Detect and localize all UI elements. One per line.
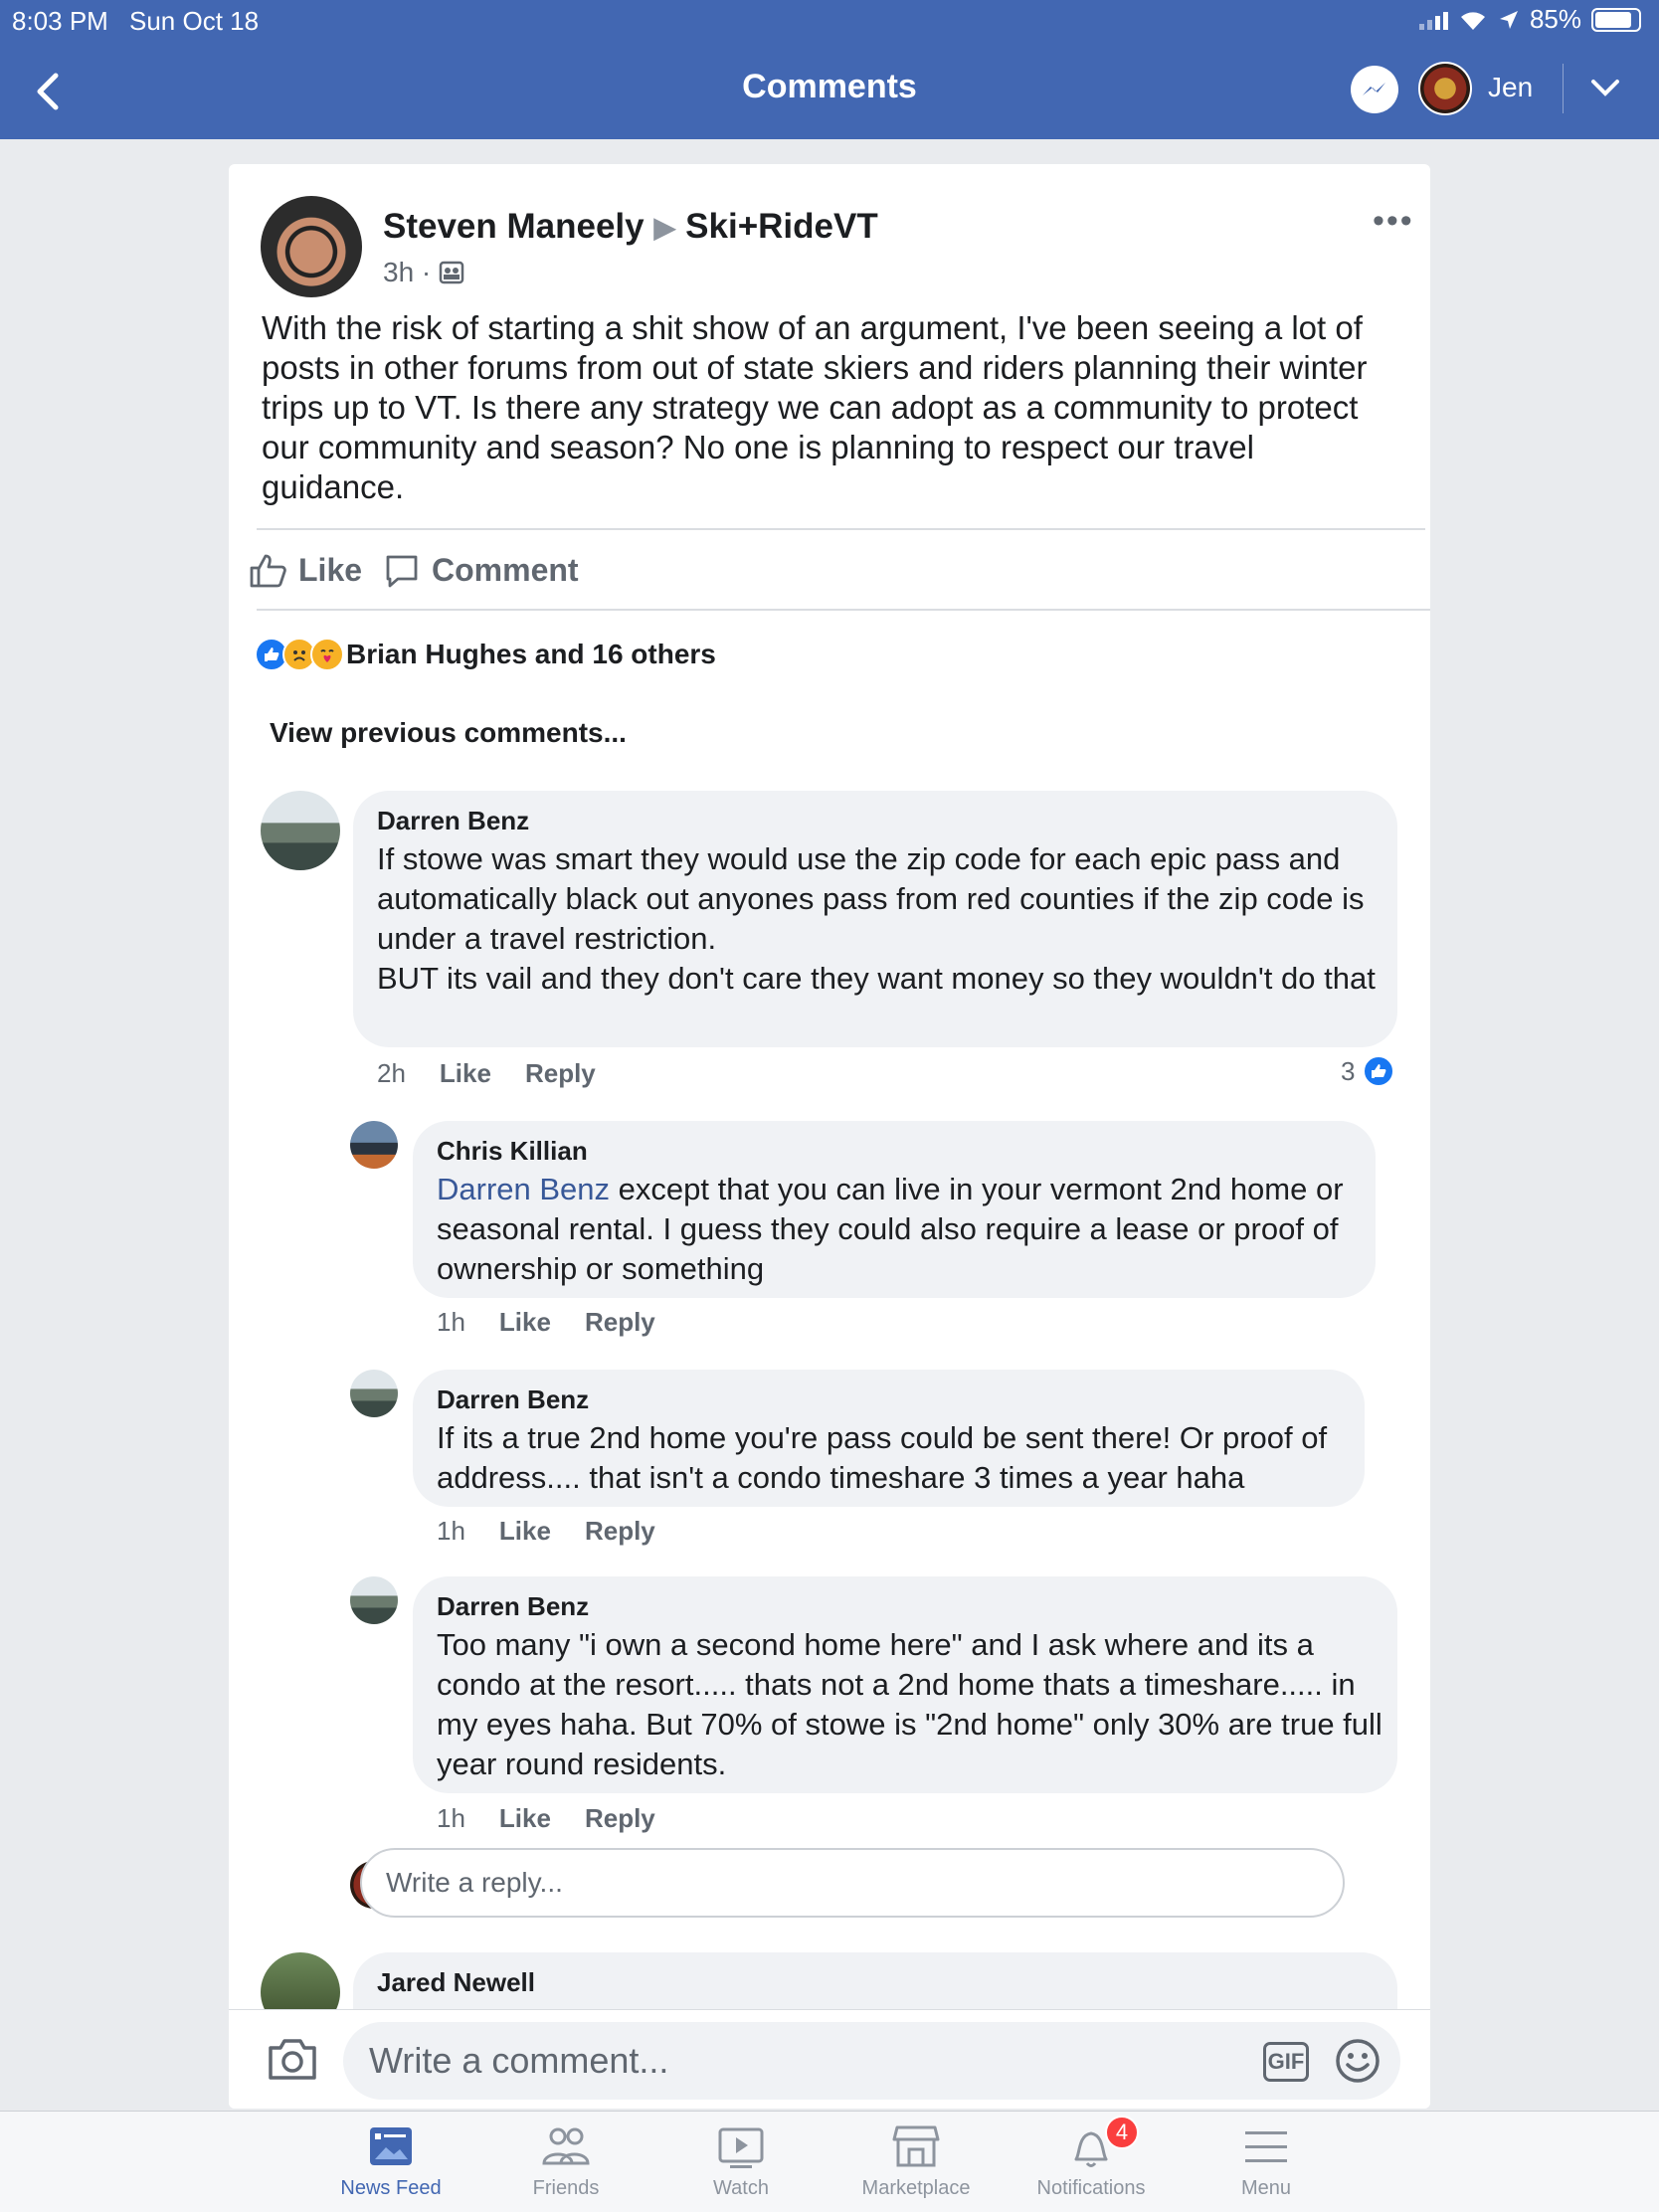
post-time: 3h · <box>383 257 432 287</box>
comment-composer: GIF <box>229 2009 1430 2109</box>
reactions-summary[interactable]: Brian Hughes and 16 others <box>255 638 716 671</box>
comment-text: If stowe was smart they would use the zi… <box>377 841 1376 996</box>
comment-actions: 1h Like Reply <box>437 1803 655 1834</box>
group-name[interactable]: Ski+RideVT <box>685 207 878 247</box>
tab-notifications[interactable]: 4 Notifications <box>1002 2116 1181 2200</box>
divider <box>1563 64 1564 113</box>
comment-icon <box>386 555 418 587</box>
user-name[interactable]: Jen <box>1488 72 1533 103</box>
comment-like-button[interactable]: Like <box>499 1803 551 1834</box>
like-button[interactable]: Like <box>249 552 362 589</box>
commenter-name[interactable]: Darren Benz <box>437 1384 589 1415</box>
comment-time: 1h <box>437 1307 465 1337</box>
friends-icon <box>542 2127 590 2165</box>
group-privacy-icon <box>440 261 464 284</box>
tab-menu[interactable]: Menu <box>1177 2121 1356 2200</box>
comment-like-count[interactable]: 3 <box>1341 1055 1395 1087</box>
comment-actions: 2h Like Reply <box>377 1058 596 1089</box>
comment-time: 1h <box>437 1803 465 1833</box>
watch-icon <box>718 2127 764 2168</box>
view-previous-comments-link[interactable]: View previous comments... <box>270 717 627 749</box>
commenter-avatar[interactable] <box>350 1576 398 1624</box>
thumbs-up-icon <box>250 554 286 587</box>
post-card: Steven Maneely ▶ Ski+RideVT 3h · ••• Wit… <box>229 164 1430 2109</box>
comment-reply-button[interactable]: Reply <box>585 1803 655 1834</box>
page-title: Comments <box>742 68 917 105</box>
top-bar: 8:03 PM Sun Oct 18 85% Comments Jen <box>0 0 1659 139</box>
emoji-icon[interactable] <box>1335 2038 1381 2084</box>
like-reaction-icon <box>1363 1055 1395 1087</box>
tab-label: Friends <box>532 2177 600 2199</box>
divider <box>257 528 1425 530</box>
comment-text: Too many "i own a second home here" and … <box>437 1627 1382 1781</box>
comment-button[interactable]: Comment <box>384 552 579 589</box>
author-name[interactable]: Steven Maneely <box>383 207 645 247</box>
chevron-down-icon[interactable] <box>1587 74 1623 101</box>
wifi-icon <box>1460 11 1485 30</box>
tab-label: News Feed <box>340 2177 442 2199</box>
divider <box>257 609 1430 611</box>
tab-label: Marketplace <box>861 2177 971 2199</box>
commenter-avatar[interactable] <box>350 1370 398 1417</box>
mention-link[interactable]: Darren Benz <box>437 1172 610 1206</box>
camera-icon[interactable] <box>267 2036 318 2082</box>
user-avatar[interactable] <box>1418 62 1472 115</box>
comment-actions: 1h Like Reply <box>437 1516 655 1547</box>
like-count-value: 3 <box>1341 1055 1356 1086</box>
news-feed-icon <box>370 2127 412 2165</box>
care-reaction-icon <box>310 638 344 671</box>
comment-like-button[interactable]: Like <box>440 1058 491 1089</box>
commenter-name[interactable]: Darren Benz <box>377 806 529 836</box>
like-label: Like <box>298 552 363 588</box>
comment-like-button[interactable]: Like <box>499 1307 551 1338</box>
bottom-tab-bar: News Feed Friends Watch Marketplace 4 No… <box>0 2111 1659 2212</box>
post-header: Steven Maneely ▶ Ski+RideVT <box>383 207 878 247</box>
battery-percent: 85% <box>1529 4 1581 34</box>
more-options-icon[interactable]: ••• <box>1373 202 1414 241</box>
comment-reply-button[interactable]: Reply <box>525 1058 596 1089</box>
tab-label: Menu <box>1240 2177 1292 2199</box>
comment-actions: 1h Like Reply <box>437 1307 655 1338</box>
commenter-name[interactable]: Darren Benz <box>437 1591 589 1622</box>
author-avatar[interactable] <box>261 196 362 297</box>
status-time: 8:03 PM <box>12 6 108 36</box>
reaction-icons <box>255 638 344 671</box>
arrow-right-icon: ▶ <box>653 211 676 243</box>
tab-label: Watch <box>713 2177 769 2199</box>
commenter-avatar[interactable] <box>350 1121 398 1169</box>
signal-icon <box>1418 10 1448 30</box>
reply-input[interactable] <box>360 1848 1345 1918</box>
tab-label: Notifications <box>1036 2177 1146 2199</box>
comment-reply-button[interactable]: Reply <box>585 1516 655 1547</box>
comment-text: Darren Benz except that you can live in … <box>437 1170 1362 1289</box>
status-date: Sun Oct 18 <box>129 6 260 36</box>
location-icon <box>1499 10 1518 29</box>
post-text: With the risk of starting a shit show of… <box>262 309 1368 505</box>
commenter-name[interactable]: Jared Newell <box>377 1967 535 1998</box>
commenter-avatar[interactable] <box>261 791 340 870</box>
gif-button[interactable]: GIF <box>1263 2042 1309 2082</box>
status-indicators: 85% <box>1418 4 1641 35</box>
comment-input[interactable] <box>343 2022 1400 2100</box>
comment-label: Comment <box>432 552 579 588</box>
messenger-icon[interactable] <box>1351 66 1398 113</box>
battery-icon <box>1591 7 1641 32</box>
marketplace-icon <box>892 2125 940 2167</box>
tab-friends[interactable]: Friends <box>476 2121 655 2200</box>
tab-marketplace[interactable]: Marketplace <box>827 2121 1006 2200</box>
commenter-name[interactable]: Chris Killian <box>437 1136 588 1167</box>
tab-news-feed[interactable]: News Feed <box>301 2121 480 2200</box>
reactions-text: Brian Hughes and 16 others <box>346 639 716 669</box>
comment-like-button[interactable]: Like <box>499 1516 551 1547</box>
tab-watch[interactable]: Watch <box>651 2121 830 2200</box>
comment-time: 2h <box>377 1058 406 1088</box>
comment-time: 1h <box>437 1516 465 1546</box>
notification-badge: 4 <box>1105 2116 1139 2149</box>
menu-icon <box>1245 2131 1287 2162</box>
post-meta: 3h · <box>383 257 464 288</box>
comment-reply-button[interactable]: Reply <box>585 1307 655 1338</box>
comment-text: If its a true 2nd home you're pass could… <box>437 1420 1328 1495</box>
